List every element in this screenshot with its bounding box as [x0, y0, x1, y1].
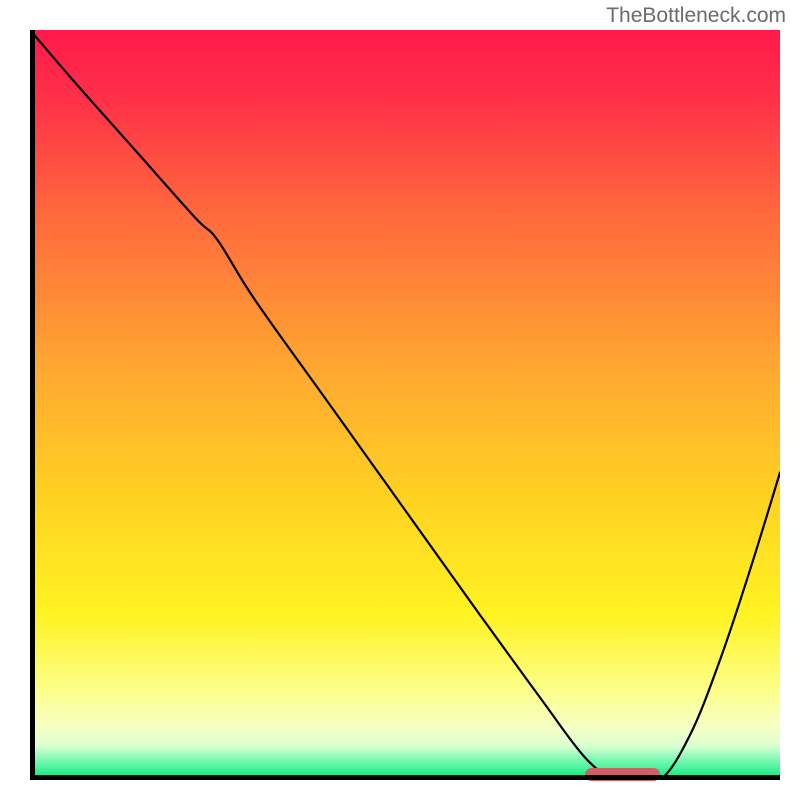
plot-area — [30, 30, 780, 780]
bottleneck-minimum-marker — [585, 768, 660, 781]
watermark-text: TheBottleneck.com — [606, 4, 786, 28]
chart-container: TheBottleneck.com — [0, 0, 800, 800]
chart-curve — [30, 30, 780, 780]
